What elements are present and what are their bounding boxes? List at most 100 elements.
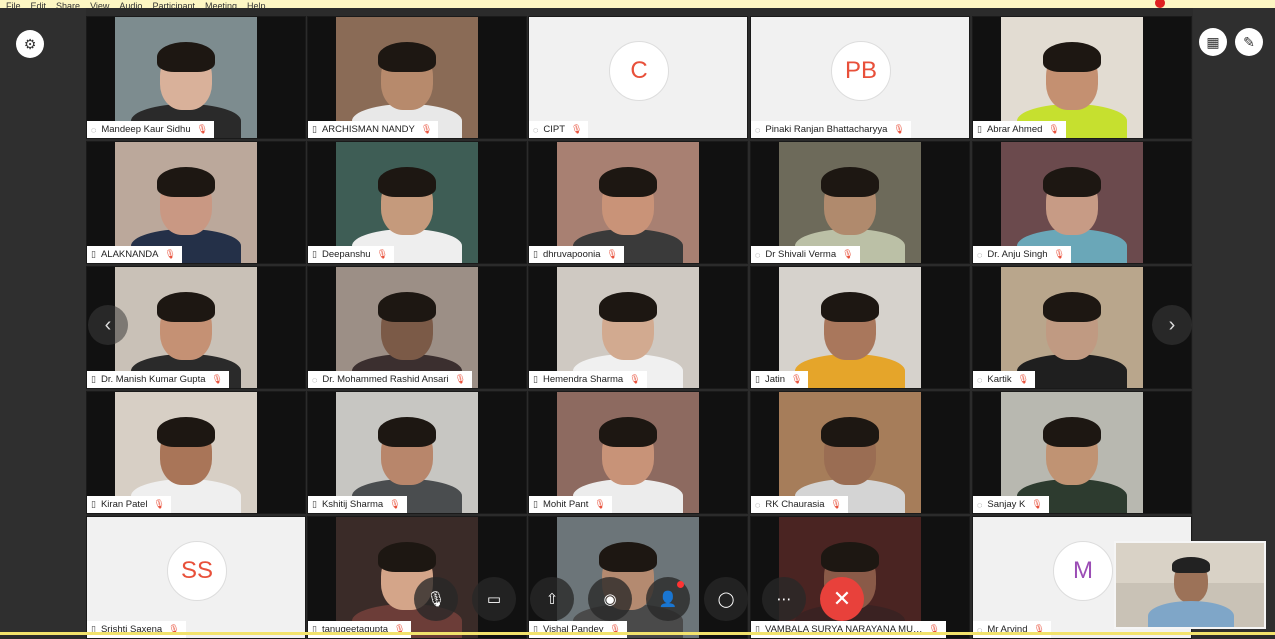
mute-icon: 🎙 xyxy=(426,591,446,608)
avatar: PB xyxy=(831,41,891,101)
participant-tile[interactable]: ▯ Jatin 🎙︎ xyxy=(750,266,970,389)
participant-tile[interactable]: ▯ Abrar Ahmed 🎙︎ xyxy=(972,16,1192,139)
video-button[interactable]: ▭ xyxy=(472,577,516,621)
name-tag: ◌ Pinaki Ranjan Bhattacharyya 🎙︎ xyxy=(751,121,911,138)
person-hair xyxy=(599,292,657,322)
connection-icon: ▯ xyxy=(533,374,538,384)
connection-icon: ▯ xyxy=(312,124,317,134)
share-icon: ⇧ xyxy=(545,591,559,608)
record-button[interactable]: ◉ xyxy=(588,577,632,621)
mic-muted-icon: 🎙︎ xyxy=(454,374,466,384)
grid-view-icon[interactable]: ▦ xyxy=(1199,28,1227,56)
participant-tile[interactable]: ◌ Dr Shivali Verma 🎙︎ xyxy=(750,141,970,264)
name-tag: ▯ Jatin 🎙︎ xyxy=(751,371,809,388)
name-tag: ◌ Mandeep Kaur Sidhu 🎙︎ xyxy=(87,121,215,138)
participant-name: Dr. Anju Singh xyxy=(987,249,1048,260)
gear-icon[interactable]: ⚙ xyxy=(16,30,44,58)
menu-item[interactable]: Meeting xyxy=(205,1,237,8)
participant-tile[interactable]: ▯ Deepanshu 🎙︎ xyxy=(307,141,527,264)
end-call-button[interactable]: ✕ xyxy=(820,577,864,621)
person-hair xyxy=(378,292,436,322)
share-button[interactable]: ⇧ xyxy=(530,577,574,621)
self-view[interactable] xyxy=(1114,541,1266,629)
mic-muted-icon: 🎙︎ xyxy=(629,374,641,384)
participant-name: Dr. Mohammed Rashid Ansari xyxy=(322,374,449,385)
video-feed xyxy=(336,17,478,138)
menu-item[interactable]: View xyxy=(90,1,109,8)
connection-icon: ▯ xyxy=(91,499,96,509)
participant-tile[interactable]: ◌ Sanjay K 🎙︎ xyxy=(972,391,1192,514)
chat-icon: ◯ xyxy=(717,591,735,608)
mic-muted-icon: 🎙︎ xyxy=(606,249,618,259)
chevron-left-icon: ‹ xyxy=(104,313,112,336)
participant-tile[interactable]: ◌ Dr. Anju Singh 🎙︎ xyxy=(972,141,1192,264)
person-hair xyxy=(821,542,879,572)
participant-tile[interactable]: ◌ Mandeep Kaur Sidhu 🎙︎ xyxy=(86,16,306,139)
participant-tile[interactable]: ▯ Kshitij Sharma 🎙︎ xyxy=(307,391,527,514)
next-page-button[interactable]: › xyxy=(1152,305,1192,345)
chat-button[interactable]: ◯ xyxy=(704,577,748,621)
participants-icon: 👤 xyxy=(658,591,678,608)
person-hair xyxy=(821,292,879,322)
person-hair xyxy=(1043,417,1101,447)
mic-muted-icon: 🎙︎ xyxy=(594,499,606,509)
participant-tile[interactable]: ▯ Vishal Pandey 🎙︎ xyxy=(528,516,748,639)
participant-name: Deepanshu xyxy=(321,249,371,260)
participant-name: Hemendra Sharma xyxy=(542,374,624,385)
connection-icon: ◌ xyxy=(755,249,761,260)
participant-tile[interactable]: C ◌ CIPT 🎙︎ xyxy=(528,16,748,139)
end-call-icon: ✕ xyxy=(832,586,852,611)
menu-bar: File Edit Share View Audio Participant Meeting… xyxy=(0,0,1275,8)
pin-icon[interactable]: ✎ xyxy=(1235,28,1263,56)
menu-item[interactable]: File xyxy=(6,1,21,8)
participant-tile[interactable]: ◌ RK Chaurasia 🎙︎ xyxy=(750,391,970,514)
menu-item[interactable]: Audio xyxy=(119,1,142,8)
chevron-right-icon: › xyxy=(1168,313,1176,336)
name-tag: ▯ dhruvapoonia 🎙︎ xyxy=(529,246,624,263)
name-tag: ▯ Vishal Pandey 🎙︎ xyxy=(529,621,627,638)
connection-icon: ◌ xyxy=(91,124,97,135)
participant-tile[interactable]: ◌ Dr. Mohammed Rashid Ansari 🎙︎ xyxy=(307,266,527,389)
more-button[interactable]: ⋯ xyxy=(762,577,806,621)
participant-name: Sanjay K xyxy=(987,499,1026,510)
mute-button[interactable]: 🎙 xyxy=(414,577,458,621)
name-tag: ▯ Abrar Ahmed 🎙︎ xyxy=(973,121,1066,138)
mic-muted-icon: 🎙︎ xyxy=(389,499,401,509)
connection-icon: ▯ xyxy=(91,249,96,259)
left-sidebar: ⚙ xyxy=(0,8,86,635)
participant-name: dhruvapoonia xyxy=(542,249,601,260)
participant-name: Kshitij Sharma xyxy=(321,499,384,510)
person-hair xyxy=(157,167,215,197)
participant-tile[interactable]: ▯ Hemendra Sharma 🎙︎ xyxy=(528,266,748,389)
participant-tile[interactable]: SS ▯ Srishti Saxena 🎙︎ xyxy=(86,516,306,639)
name-tag: ▯ Srishti Saxena 🎙︎ xyxy=(87,621,186,638)
avatar: SS xyxy=(167,541,227,601)
participant-tile[interactable]: ▯ dhruvapoonia 🎙︎ xyxy=(528,141,748,264)
participant-tile[interactable]: ▯ ALAKNANDA 🎙︎ xyxy=(86,141,306,264)
menu-item[interactable]: Help xyxy=(247,1,266,8)
connection-icon: ◌ xyxy=(977,499,983,510)
name-tag: ▯ Kiran Patel 🎙︎ xyxy=(87,496,171,513)
menu-item[interactable]: Participant xyxy=(152,1,195,8)
mic-muted-icon: 🎙︎ xyxy=(893,124,905,134)
participant-name: Dr. Manish Kumar Gupta xyxy=(100,374,206,385)
participant-tile[interactable]: ▯ Mohit Pant 🎙︎ xyxy=(528,391,748,514)
participant-tile[interactable]: PB ◌ Pinaki Ranjan Bhattacharyya 🎙︎ xyxy=(750,16,970,139)
menu-item[interactable]: Edit xyxy=(31,1,47,8)
menu-item[interactable]: Share xyxy=(56,1,80,8)
participants-button[interactable]: 👤 xyxy=(646,577,690,621)
name-tag: ▯ Kshitij Sharma 🎙︎ xyxy=(308,496,407,513)
video-feed xyxy=(336,392,478,513)
recording-indicator xyxy=(1155,0,1165,8)
video-feed xyxy=(779,142,921,263)
person-hair xyxy=(378,542,436,572)
name-tag: ▯ tanugeetagupta 🎙︎ xyxy=(308,621,412,638)
person-hair xyxy=(378,167,436,197)
person-hair xyxy=(599,167,657,197)
video-feed xyxy=(1001,142,1143,263)
connection-icon: ◌ xyxy=(977,249,983,260)
participant-tile[interactable]: ▯ ARCHISMAN NANDY 🎙︎ xyxy=(307,16,527,139)
participant-tile[interactable]: ▯ Kiran Patel 🎙︎ xyxy=(86,391,306,514)
prev-page-button[interactable]: ‹ xyxy=(88,305,128,345)
video-feed xyxy=(336,142,478,263)
